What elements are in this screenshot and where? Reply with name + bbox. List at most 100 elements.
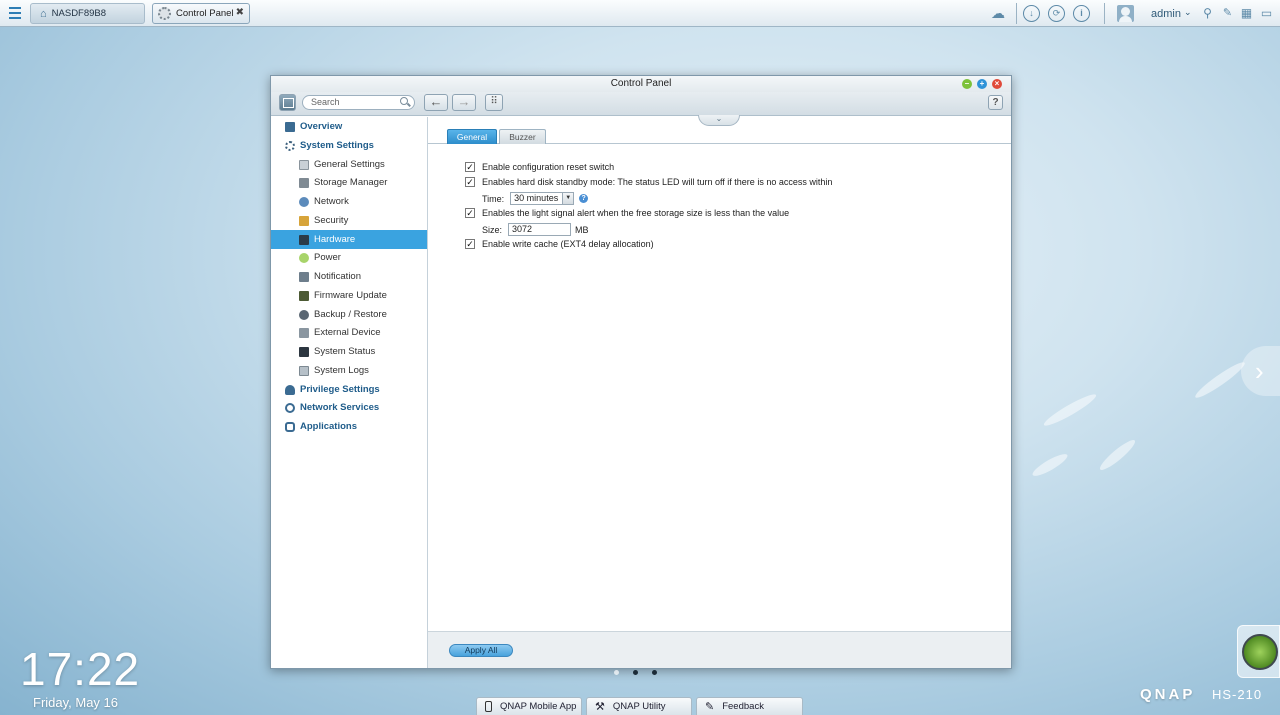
all-apps-grid-button[interactable]: ⠿: [485, 94, 503, 111]
control-panel-home-icon[interactable]: [279, 94, 296, 111]
sidebar-item-firmware-update[interactable]: Firmware Update: [271, 286, 427, 305]
maximize-button[interactable]: +: [977, 79, 987, 89]
window-title: Control Panel: [271, 76, 1011, 92]
tab-buzzer[interactable]: Buzzer: [499, 129, 546, 144]
help-button[interactable]: ?: [988, 95, 1003, 110]
standby-checkbox[interactable]: ✓: [465, 177, 475, 187]
gauge-icon: [1242, 634, 1278, 670]
clock-time: 17:22: [20, 643, 141, 695]
sidebar-item-system-logs[interactable]: System Logs: [271, 361, 427, 380]
dock-feedback[interactable]: ✎ Feedback: [696, 697, 803, 715]
write-cache-label: Enable write cache (EXT4 delay allocatio…: [482, 239, 654, 249]
lock-icon: [299, 215, 309, 226]
taskbar-tab-label: Control Panel: [176, 8, 234, 19]
user-icon: [285, 384, 295, 395]
gear-icon: [285, 140, 295, 151]
control-panel-window: Control Panel – + × Search ← → ⠿ ? Overv…: [270, 75, 1012, 669]
sidebar-item-system-status[interactable]: System Status: [271, 342, 427, 361]
standby-time-select[interactable]: 30 minutes ▼: [510, 192, 575, 205]
download-icon[interactable]: ↓: [1023, 5, 1040, 22]
size-input[interactable]: 3072: [508, 223, 572, 236]
sidebar-item-general-settings[interactable]: General Settings: [271, 155, 427, 174]
next-page-chevron-icon[interactable]: ›: [1241, 346, 1280, 396]
nas-name: NASDF89B8: [51, 8, 107, 19]
firmware-icon: [299, 290, 309, 301]
hardware-chip-icon: [299, 234, 309, 245]
sidebar-item-storage-manager[interactable]: Storage Manager: [271, 173, 427, 192]
notes-icon[interactable]: ✎: [1219, 5, 1236, 22]
apply-all-button[interactable]: Apply All: [449, 644, 513, 657]
close-button[interactable]: ×: [992, 79, 1002, 89]
help-info-icon[interactable]: ?: [579, 194, 589, 203]
logs-icon: [299, 365, 309, 376]
reset-switch-checkbox[interactable]: ✓: [465, 162, 475, 172]
page-dot[interactable]: [652, 670, 657, 675]
reset-switch-label: Enable configuration reset switch: [482, 162, 615, 172]
model-name: HS-210: [1212, 687, 1263, 702]
control-panel-icon: [158, 7, 171, 20]
sidebar-item-network[interactable]: Network: [271, 192, 427, 211]
monitor-icon: [299, 346, 309, 357]
sidebar-item-system-settings[interactable]: System Settings: [271, 136, 427, 155]
clock-date: Friday, May 16: [33, 695, 119, 710]
forward-button[interactable]: →: [452, 94, 476, 111]
time-label: Time:: [482, 193, 505, 204]
standby-time-row: Time: 30 minutes ▼ ?: [482, 192, 589, 205]
search-icon[interactable]: [400, 97, 408, 105]
username[interactable]: admin: [1151, 8, 1181, 20]
option-standby: ✓ Enables hard disk standby mode: The st…: [465, 177, 832, 187]
monitor-icon[interactable]: ▭: [1258, 5, 1275, 22]
option-write-cache: ✓ Enable write cache (EXT4 delay allocat…: [465, 239, 654, 249]
option-light-alert: ✓ Enables the light signal alert when th…: [465, 208, 789, 218]
sidebar-item-privilege-settings[interactable]: Privilege Settings: [271, 380, 427, 399]
standby-time-value: 30 minutes: [514, 193, 559, 203]
close-tab-icon[interactable]: ✖: [236, 7, 244, 18]
main-menu-icon[interactable]: [4, 3, 26, 23]
sidebar-item-notification[interactable]: Notification: [271, 267, 427, 286]
cloud-icon[interactable]: ☁: [988, 5, 1008, 22]
collapse-handle-chevron-icon[interactable]: ⌄: [698, 115, 740, 126]
network-icon: [299, 196, 309, 207]
dock-qnap-mobile-app[interactable]: QNAP Mobile App: [476, 697, 582, 715]
hardware-settings-pane: General Buzzer ⌄ ✓ Enable configuration …: [428, 115, 1011, 668]
desktop-home-button[interactable]: ⌂ NASDF89B8: [30, 3, 145, 24]
sidebar-item-hardware[interactable]: Hardware: [271, 230, 427, 249]
taskbar: ⌂ NASDF89B8 Control Panel ✖ ☁ ↓ ⟳ i admi…: [0, 0, 1280, 27]
footer-bar: Apply All: [428, 631, 1011, 668]
home-icon: ⌂: [40, 7, 47, 20]
sidebar-item-applications[interactable]: Applications: [271, 417, 427, 436]
search-icon[interactable]: ⚲: [1199, 5, 1216, 22]
hammer-icon: ⚒: [595, 701, 605, 713]
window-toolbar: Search ← → ⠿ ?: [271, 92, 1011, 116]
search-input[interactable]: Search: [302, 95, 415, 110]
sidebar-item-backup-restore[interactable]: Backup / Restore: [271, 305, 427, 324]
dashboard-grid-icon[interactable]: ▦: [1238, 5, 1255, 22]
dashboard-gauge-widget[interactable]: [1237, 625, 1280, 678]
sidebar-item-network-services[interactable]: Network Services: [271, 398, 427, 417]
sidebar-item-overview[interactable]: Overview: [271, 117, 427, 136]
back-button[interactable]: ←: [424, 94, 448, 111]
taskbar-tab-control-panel[interactable]: Control Panel ✖: [152, 3, 250, 24]
page-dot[interactable]: [633, 670, 638, 675]
dock-qnap-utility[interactable]: ⚒ QNAP Utility: [586, 697, 692, 715]
brand-logo: QNAP: [1140, 686, 1196, 703]
chevron-down-icon[interactable]: ⌄: [1184, 7, 1192, 18]
size-unit: MB: [575, 224, 589, 235]
edit-icon: ✎: [705, 701, 715, 713]
sidebar-item-external-device[interactable]: External Device: [271, 323, 427, 342]
sidebar-item-security[interactable]: Security: [271, 211, 427, 230]
light-alert-checkbox[interactable]: ✓: [465, 208, 475, 218]
write-cache-checkbox[interactable]: ✓: [465, 239, 475, 249]
minimize-button[interactable]: –: [962, 79, 972, 89]
light-alert-label: Enables the light signal alert when the …: [482, 208, 790, 218]
sidebar-item-power[interactable]: Power: [271, 248, 427, 267]
tab-general[interactable]: General: [447, 129, 497, 144]
sidebar: Overview System Settings General Setting…: [271, 117, 428, 668]
page-dot[interactable]: [614, 670, 619, 675]
user-avatar-icon[interactable]: [1117, 5, 1134, 22]
info-icon[interactable]: i: [1073, 5, 1090, 22]
background-bird-decoration: [1192, 358, 1248, 402]
desktop-page-indicator: [614, 670, 657, 675]
chevron-down-icon[interactable]: ▼: [562, 193, 574, 204]
sync-icon[interactable]: ⟳: [1048, 5, 1065, 22]
